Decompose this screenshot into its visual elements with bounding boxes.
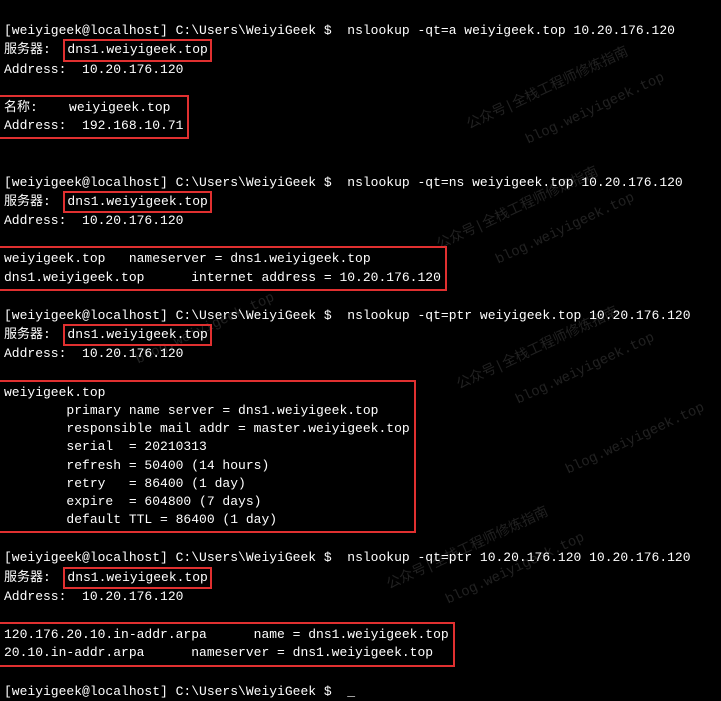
address-label: Address: bbox=[4, 62, 82, 77]
server-label: 服务器: bbox=[4, 570, 66, 585]
soa-ttl: default TTL = 86400 (1 day) bbox=[4, 512, 277, 527]
server-name: dns1.weiyigeek.top bbox=[67, 194, 207, 209]
result-box-3: weiyigeek.top primary name server = dns1… bbox=[0, 380, 416, 534]
ptr-record-line: 120.176.20.10.in-addr.arpa name = dns1.w… bbox=[4, 627, 449, 642]
prompt: [weiyigeek@localhost] C:\Users\WeiyiGeek… bbox=[4, 684, 339, 699]
ns-address-line: dns1.weiyigeek.top internet address = 10… bbox=[4, 270, 441, 285]
address-label: Address: bbox=[4, 213, 82, 228]
soa-responsible: responsible mail addr = master.weiyigeek… bbox=[4, 421, 410, 436]
server-address: 10.20.176.120 bbox=[82, 213, 183, 228]
soa-retry: retry = 86400 (1 day) bbox=[4, 476, 246, 491]
server-name: dns1.weiyigeek.top bbox=[67, 42, 207, 57]
resolved-address: 192.168.10.71 bbox=[82, 118, 183, 133]
server-name: dns1.weiyigeek.top bbox=[67, 327, 207, 342]
command-3: nslookup -qt=ptr weiyigeek.top 10.20.176… bbox=[347, 308, 690, 323]
prompt: [weiyigeek@localhost] C:\Users\WeiyiGeek… bbox=[4, 550, 339, 565]
terminal-output: [weiyigeek@localhost] C:\Users\WeiyiGeek… bbox=[4, 4, 717, 701]
prompt: [weiyigeek@localhost] C:\Users\WeiyiGeek… bbox=[4, 308, 339, 323]
soa-refresh: refresh = 50400 (14 hours) bbox=[4, 458, 269, 473]
result-box-1: 名称: weiyigeek.top Address: 192.168.10.71 bbox=[0, 95, 189, 139]
soa-domain: weiyigeek.top bbox=[4, 385, 105, 400]
ns-record-line: weiyigeek.top nameserver = dns1.weiyigee… bbox=[4, 251, 371, 266]
prompt: [weiyigeek@localhost] C:\Users\WeiyiGeek… bbox=[4, 23, 339, 38]
command-1: nslookup -qt=a weiyigeek.top 10.20.176.1… bbox=[347, 23, 675, 38]
server-label: 服务器: bbox=[4, 194, 66, 209]
name-value: weiyigeek.top bbox=[69, 100, 170, 115]
server-address: 10.20.176.120 bbox=[82, 346, 183, 361]
server-address: 10.20.176.120 bbox=[82, 62, 183, 77]
result-box-4: 120.176.20.10.in-addr.arpa name = dns1.w… bbox=[0, 622, 455, 666]
server-address: 10.20.176.120 bbox=[82, 589, 183, 604]
name-label: 名称: bbox=[4, 100, 69, 115]
prompt: [weiyigeek@localhost] C:\Users\WeiyiGeek… bbox=[4, 175, 339, 190]
address-label: Address: bbox=[4, 346, 82, 361]
ptr-ns-line: 20.10.in-addr.arpa nameserver = dns1.wei… bbox=[4, 645, 433, 660]
cursor[interactable]: _ bbox=[347, 684, 355, 699]
server-label: 服务器: bbox=[4, 327, 66, 342]
soa-serial: serial = 20210313 bbox=[4, 439, 207, 454]
result-box-2: weiyigeek.top nameserver = dns1.weiyigee… bbox=[0, 246, 447, 290]
soa-expire: expire = 604800 (7 days) bbox=[4, 494, 261, 509]
soa-primary: primary name server = dns1.weiyigeek.top bbox=[4, 403, 378, 418]
server-label: 服务器: bbox=[4, 42, 66, 57]
command-2: nslookup -qt=ns weiyigeek.top 10.20.176.… bbox=[347, 175, 682, 190]
address-label: Address: bbox=[4, 589, 82, 604]
server-name: dns1.weiyigeek.top bbox=[67, 570, 207, 585]
command-4: nslookup -qt=ptr 10.20.176.120 10.20.176… bbox=[347, 550, 690, 565]
address-label: Address: bbox=[4, 118, 82, 133]
